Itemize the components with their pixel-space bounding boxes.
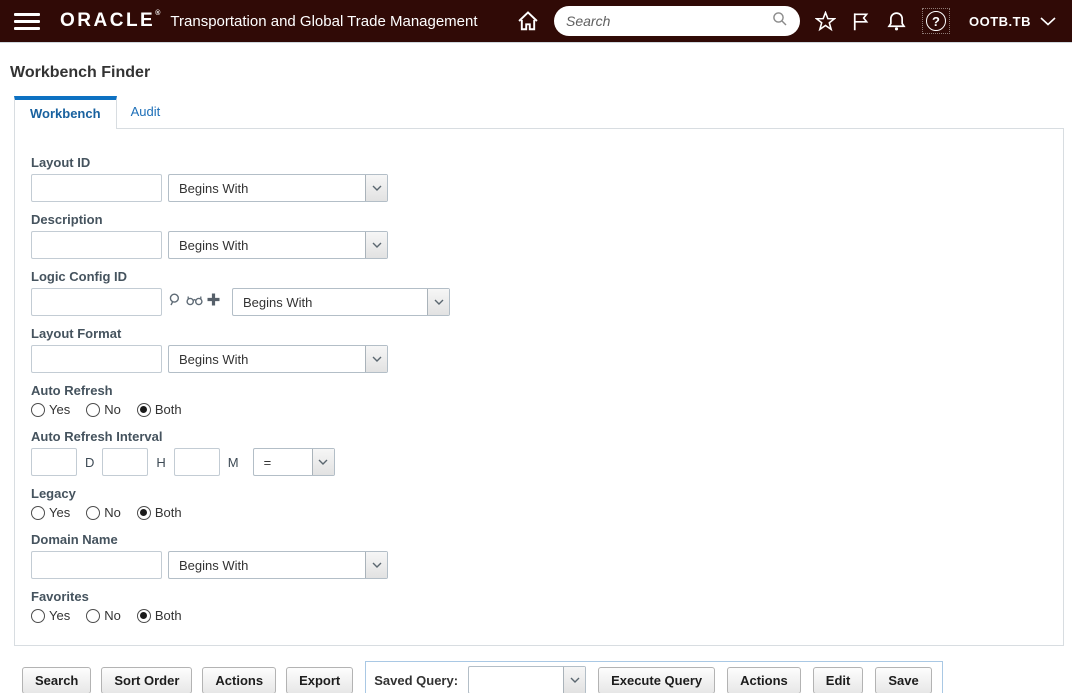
page-title: Workbench Finder xyxy=(10,64,151,81)
help-icon[interactable]: ? xyxy=(922,8,950,34)
app-title: Transportation and Global Trade Manageme… xyxy=(170,12,478,30)
field-layout-format: Layout Format Begins With xyxy=(31,326,1047,373)
description-input[interactable] xyxy=(31,231,162,259)
radio-circle-selected xyxy=(136,402,151,417)
legacy-yes-radio[interactable]: Yes xyxy=(31,505,70,520)
interval-minutes-input[interactable] xyxy=(173,448,220,476)
binoculars-view-icon[interactable] xyxy=(186,293,203,312)
logic-config-id-operator-select[interactable]: Begins With xyxy=(232,288,450,316)
field-favorites: Favorites Yes No Both xyxy=(31,589,1047,625)
days-unit-label: D xyxy=(85,454,95,470)
workbench-finder-form-panel: Layout ID Begins With Description Begins… xyxy=(14,128,1064,646)
favorites-radio-group: Yes No Both xyxy=(31,606,1047,625)
search-icon[interactable] xyxy=(772,11,788,32)
radio-circle xyxy=(31,402,45,417)
layout-format-label: Layout Format xyxy=(31,326,122,341)
saved-query-group: Saved Query: Execute Query Actions Edit … xyxy=(365,661,943,693)
search-button[interactable]: Search xyxy=(22,666,92,693)
radio-circle xyxy=(86,608,101,623)
chevron-down-icon[interactable] xyxy=(427,289,449,315)
execute-query-button[interactable]: Execute Query xyxy=(598,666,716,693)
hours-unit-label: H xyxy=(156,454,166,470)
radio-circle xyxy=(86,505,101,520)
chevron-down-icon[interactable] xyxy=(365,552,387,578)
auto-refresh-interval-label: Auto Refresh Interval xyxy=(31,429,163,444)
add-new-icon[interactable] xyxy=(206,292,221,312)
oracle-logo: ORACLE® xyxy=(60,10,161,31)
menu-icon[interactable] xyxy=(14,12,40,30)
save-button[interactable]: Save xyxy=(875,666,932,693)
field-domain-name: Domain Name Begins With xyxy=(31,532,1047,579)
radio-circle xyxy=(31,505,45,520)
legacy-both-radio[interactable]: Both xyxy=(136,505,182,520)
domain-name-operator-select[interactable]: Begins With xyxy=(168,551,388,579)
home-icon[interactable] xyxy=(517,10,539,32)
auto-refresh-no-radio[interactable]: No xyxy=(86,402,121,417)
saved-query-label: Saved Query: xyxy=(374,672,459,688)
layout-id-label: Layout ID xyxy=(31,155,91,170)
chevron-down-icon[interactable] xyxy=(563,667,586,693)
sort-order-button[interactable]: Sort Order xyxy=(101,666,193,693)
actions-button[interactable]: Actions xyxy=(202,666,277,693)
radio-circle xyxy=(86,402,101,417)
saved-query-actions-button[interactable]: Actions xyxy=(727,666,801,693)
logic-config-id-input[interactable] xyxy=(31,288,162,316)
notifications-bell-icon[interactable] xyxy=(886,11,907,32)
footer-toolbar: Search Sort Order Actions Export Saved Q… xyxy=(0,646,1072,693)
domain-name-label: Domain Name xyxy=(31,532,118,547)
radio-circle-selected xyxy=(136,505,151,520)
tab-bar: Workbench Audit xyxy=(14,96,1064,129)
description-operator-select[interactable]: Begins With xyxy=(168,231,388,259)
chevron-down-icon[interactable] xyxy=(1040,16,1056,26)
saved-query-select[interactable] xyxy=(468,666,587,693)
auto-refresh-radio-group: Yes No Both xyxy=(31,400,1047,419)
search-input[interactable] xyxy=(566,13,772,29)
chevron-down-icon[interactable] xyxy=(365,346,387,372)
favorites-both-radio[interactable]: Both xyxy=(136,608,182,623)
export-button[interactable]: Export xyxy=(286,666,354,693)
description-label: Description xyxy=(31,212,103,227)
chevron-down-icon[interactable] xyxy=(311,449,334,475)
auto-refresh-both-radio[interactable]: Both xyxy=(136,402,182,417)
field-description: Description Begins With xyxy=(31,212,1047,259)
layout-format-input[interactable] xyxy=(31,345,162,373)
chevron-down-icon[interactable] xyxy=(365,232,387,258)
radio-circle xyxy=(31,608,45,623)
edit-button[interactable]: Edit xyxy=(812,666,864,693)
layout-format-operator-select[interactable]: Begins With xyxy=(168,345,388,373)
domain-name-input[interactable] xyxy=(31,551,162,579)
app-header: ORACLE® Transportation and Global Trade … xyxy=(0,0,1072,43)
registered-mark: ® xyxy=(155,10,161,17)
radio-circle-selected xyxy=(136,608,151,623)
field-auto-refresh-interval: Auto Refresh Interval D H M = xyxy=(31,429,1047,476)
legacy-no-radio[interactable]: No xyxy=(86,505,121,520)
tab-workbench[interactable]: Workbench xyxy=(14,96,117,129)
interval-operator-select[interactable]: = xyxy=(252,448,335,476)
favorites-star-icon[interactable] xyxy=(815,10,836,32)
field-legacy: Legacy Yes No Both xyxy=(31,486,1047,522)
flag-icon[interactable] xyxy=(851,11,871,32)
legacy-label: Legacy xyxy=(31,486,76,501)
interval-hours-input[interactable] xyxy=(102,448,149,476)
field-layout-id: Layout ID Begins With xyxy=(31,155,1047,202)
legacy-radio-group: Yes No Both xyxy=(31,503,1047,522)
tab-audit[interactable]: Audit xyxy=(117,98,175,128)
user-menu-label[interactable]: OOTB.TB xyxy=(969,14,1031,29)
favorites-label: Favorites xyxy=(31,589,89,604)
auto-refresh-yes-radio[interactable]: Yes xyxy=(31,402,70,417)
global-search[interactable] xyxy=(554,6,800,36)
minutes-unit-label: M xyxy=(227,454,239,470)
favorites-yes-radio[interactable]: Yes xyxy=(31,608,70,623)
interval-days-input[interactable] xyxy=(31,448,77,476)
chevron-down-icon[interactable] xyxy=(365,175,387,201)
layout-id-input[interactable] xyxy=(31,174,162,202)
layout-id-operator-select[interactable]: Begins With xyxy=(168,174,388,202)
logic-config-id-label: Logic Config ID xyxy=(31,269,128,284)
auto-refresh-label: Auto Refresh xyxy=(31,383,113,398)
favorites-no-radio[interactable]: No xyxy=(86,608,121,623)
field-auto-refresh: Auto Refresh Yes No Both xyxy=(31,383,1047,419)
field-logic-config-id: Logic Config ID Begins With xyxy=(31,269,1047,316)
lookup-search-icon[interactable] xyxy=(168,292,183,313)
